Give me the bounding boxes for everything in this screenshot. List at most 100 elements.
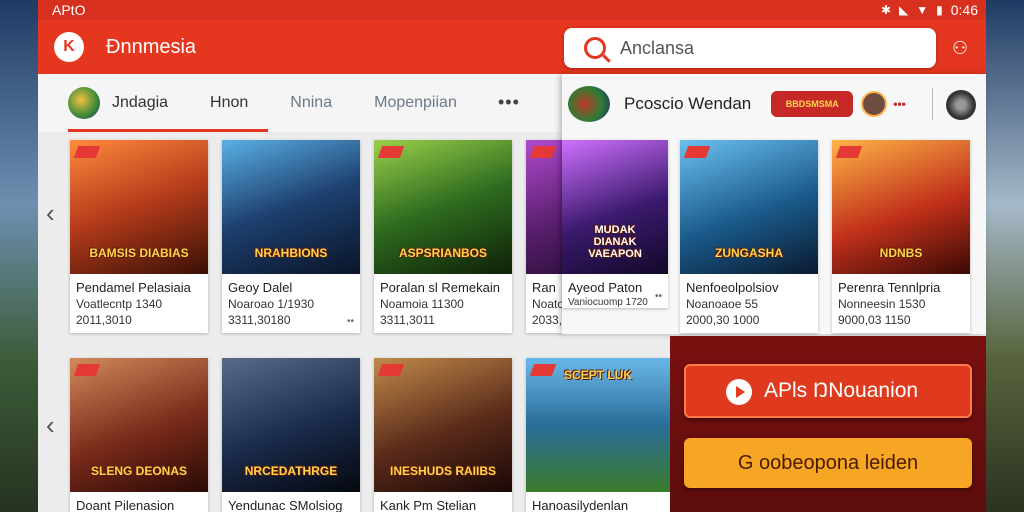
card-subtitle: Noato: [532, 297, 565, 311]
tab-bar: Jndagia Hnon Nnina Mopenpiian •••: [38, 74, 562, 132]
card-subtitle: Nonneesin 1530: [838, 297, 926, 311]
primary-action-label: APls ŊNouanion: [764, 379, 919, 402]
battery-icon: ▮: [936, 3, 943, 17]
card-art-title: NRCEDATHRGE: [244, 464, 338, 478]
status-app-label: APtO: [52, 2, 86, 18]
app-title: Ðnnmesia: [106, 35, 197, 58]
game-card[interactable]: SCEPT LUK Hanoasilydenlan: [526, 358, 670, 512]
card-title: Geoy Dalel: [228, 280, 293, 295]
card-title: Kank Pm Stelian: [380, 498, 477, 512]
primary-action-button[interactable]: APls ŊNouanion: [684, 364, 972, 418]
carousel-left-arrow-icon[interactable]: ‹: [46, 410, 55, 441]
card-title: Pendamel Pelasiaia: [76, 280, 191, 295]
card-title: Yendunac SMolsiog: [228, 498, 343, 512]
game-logo-icon[interactable]: [568, 86, 610, 122]
card-badge: [377, 146, 405, 158]
game-card-art: ZUNGASHA: [680, 140, 818, 274]
card-meta: 3311,30180: [228, 313, 291, 327]
bluetooth-icon: ✱: [880, 3, 892, 17]
card-more-icon[interactable]: ••: [655, 291, 662, 302]
category-game-icon[interactable]: [68, 87, 100, 119]
active-tab-indicator: [68, 129, 268, 132]
tab-mopenpiian[interactable]: Mopenpiian: [374, 74, 457, 132]
game-card-art: INESHUDS RAIIBS: [374, 358, 512, 492]
card-art-title: SLENG DEONAS: [90, 464, 187, 478]
game-card-art: NRAHBIONS: [222, 140, 360, 274]
card-subtitle: Noanoaoe 55: [686, 297, 759, 311]
game-card[interactable]: ASPSRIANBOS Poralan sl Remekain Noamoia …: [374, 140, 512, 333]
status-icons: ✱ ◣ ▼ ▮ 0:46: [881, 2, 978, 18]
card-art-title: NDNBS: [879, 246, 923, 260]
game-card[interactable]: ZUNGASHA Nenfoeolpolsiov Noanoaoe 55 200…: [680, 140, 818, 333]
card-art-title: NRAHBIONS: [254, 246, 328, 260]
carousel-left-arrow-icon[interactable]: ‹: [46, 198, 55, 229]
card-meta: 2011,3010: [76, 313, 132, 327]
search-input[interactable]: [620, 37, 880, 59]
tab-nnina[interactable]: Nnina: [290, 74, 332, 132]
detail-header: Pcoscio Wendan BBDSMSMA •••: [562, 74, 986, 134]
card-meta: 9000,03 1150: [838, 313, 911, 327]
card-title: Hanoasilydenlan: [532, 498, 629, 512]
card-meta: 2000,30 1000: [686, 313, 760, 327]
cta-area: APls ŊNouanion G oobeopona leiden: [670, 336, 986, 512]
card-title: Ayeod Paton: [568, 280, 643, 295]
app-logo-icon[interactable]: K: [54, 32, 84, 62]
background-scenery-left: [0, 0, 40, 512]
game-card[interactable]: NRAHBIONS Geoy Dalel Noaroao 1/1930 3311…: [222, 140, 360, 333]
card-art-title: BAMSIS DIABIAS: [89, 246, 189, 260]
card-more-icon[interactable]: ••: [347, 316, 354, 327]
card-subtitle: Vaniocuomp 1720: [568, 297, 648, 308]
divider: [932, 88, 933, 120]
game-card-art: NRCEDATHRGE: [222, 358, 360, 492]
search-box[interactable]: [564, 28, 936, 68]
game-card[interactable]: MUDAK DIANAK VAEAPON Ayeod Paton Vaniocu…: [562, 140, 668, 308]
tab-hnon[interactable]: Hnon: [210, 74, 248, 132]
game-card-art: SCEPT LUK: [526, 358, 670, 492]
background-scenery-right: [986, 0, 1024, 512]
settings-knob-icon[interactable]: [946, 90, 976, 120]
app-bar: K Ðnnmesia ⚇: [38, 20, 986, 74]
avatar[interactable]: [861, 91, 888, 117]
promo-badge[interactable]: BBDSMSMA: [771, 91, 854, 117]
card-art-title: INESHUDS RAIIBS: [389, 464, 496, 478]
status-bar: APtO ✱ ◣ ▼ ▮ 0:46: [38, 0, 986, 20]
card-art-title: ASPSRIANBOS: [398, 246, 487, 260]
account-icon[interactable]: ⚇: [952, 38, 972, 58]
card-title: Nenfoeolpolsiov: [686, 280, 779, 295]
game-card[interactable]: NDNBS Perenra Tennlpria Nonneesin 1530 9…: [832, 140, 970, 333]
card-art-title: SCEPT LUK: [563, 368, 632, 382]
notification-dots-icon[interactable]: •••: [893, 97, 906, 111]
card-badge: [529, 146, 557, 158]
game-card-art: MUDAK DIANAK VAEAPON: [562, 140, 668, 274]
main-panel: Jndagia Hnon Nnina Mopenpiian ••• ‹ ‹ BA…: [38, 74, 986, 512]
card-title: Doant Pilenasion: [76, 498, 175, 512]
play-icon: [726, 379, 752, 405]
game-card-art: ASPSRIANBOS: [374, 140, 512, 274]
detail-title: Pcoscio Wendan: [624, 94, 752, 113]
card-art-title: ZUNGASHA: [715, 246, 783, 260]
game-card[interactable]: SLENG DEONAS Doant Pilenasion: [70, 358, 208, 512]
wifi-icon: ▼: [916, 3, 929, 17]
card-badge: [835, 146, 863, 158]
card-subtitle: Noamoia 11300: [380, 297, 464, 311]
card-badge: [377, 364, 405, 376]
more-options-icon[interactable]: •••: [498, 92, 520, 113]
card-subtitle: Voatlecntp 1340: [76, 297, 163, 311]
status-time: 0:46: [950, 2, 978, 18]
card-badge: [683, 146, 711, 158]
card-badge: [73, 364, 101, 376]
game-card-art: BAMSIS DIABIAS: [70, 140, 208, 274]
game-card-art: NDNBS: [832, 140, 970, 274]
card-title: Poralan sl Remekain: [380, 280, 500, 295]
game-card[interactable]: BAMSIS DIABIAS Pendamel Pelasiaia Voatle…: [70, 140, 208, 333]
game-card[interactable]: INESHUDS RAIIBS Kank Pm Stelian: [374, 358, 512, 512]
search-icon[interactable]: [584, 37, 606, 59]
card-badge: [73, 146, 101, 158]
signal-icon: ◣: [899, 3, 909, 17]
game-card[interactable]: NRCEDATHRGE Yendunac SMolsiog: [222, 358, 360, 512]
tab-jndagia[interactable]: Jndagia: [112, 74, 168, 132]
secondary-action-button[interactable]: G oobeopona leiden: [684, 438, 972, 488]
game-card-art: [526, 140, 566, 274]
game-card[interactable]: Ran Noato 2033,: [526, 140, 566, 333]
card-meta: 3311,3011: [380, 313, 435, 327]
